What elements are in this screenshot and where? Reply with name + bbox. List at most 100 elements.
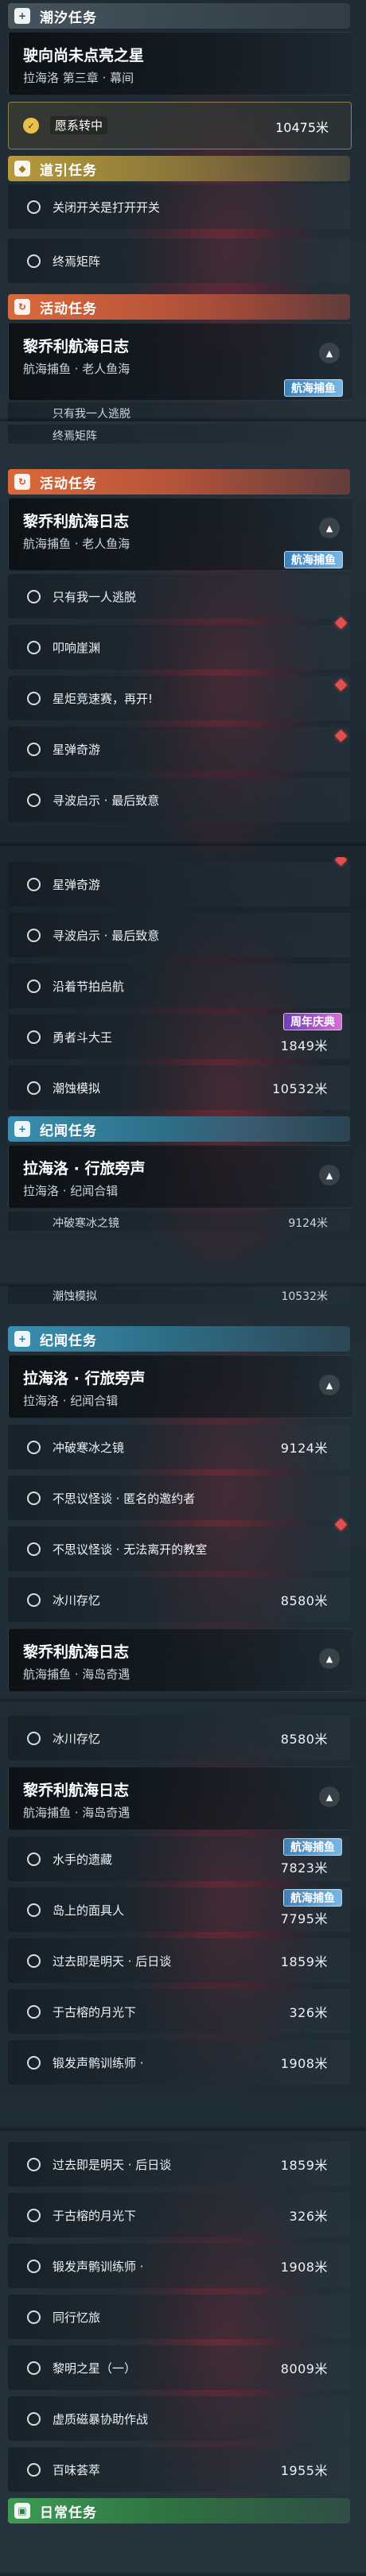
plus-icon: + — [14, 8, 30, 24]
quest-name: 冲破寒冰之镜 — [53, 1217, 119, 1230]
event-tag: 航海捕鱼 — [283, 1838, 342, 1856]
quest-row[interactable]: 黎明之星（一） 8009米 — [8, 2345, 350, 2390]
quest-row[interactable]: 百味荟萃 1955米 — [8, 2447, 350, 2492]
category-label: 道引任务 — [40, 162, 97, 179]
quest-distance: 9124米 — [280, 1441, 328, 1456]
circle-icon — [27, 2055, 41, 2070]
quest-row[interactable]: 只有我一人逃脱 — [8, 574, 350, 619]
quest-name: 锻发声鹘训练师 · — [53, 2259, 144, 2274]
quest-title: 黎乔利航海日志 — [23, 513, 130, 530]
quest-row[interactable]: 关闭开关是打开开关 — [8, 184, 350, 229]
quest-row[interactable]: 于古榕的月光下 326米 — [8, 1989, 350, 2034]
quest-name: 终焉矩阵 — [53, 254, 101, 269]
chevron-up-icon[interactable]: ▲ — [319, 518, 340, 538]
quest-row[interactable]: 沿着节拍启航 — [8, 964, 350, 1008]
quest-card[interactable]: 黎乔利航海日志 航海捕鱼 · 海岛奇遇 ▲ — [8, 1628, 352, 1692]
quest-panel-2: 终焉矩阵 ↻ 活动任务 黎乔利航海日志 航海捕鱼 · 老人鱼海 ▲ 航海捕鱼 只… — [0, 425, 366, 846]
quest-subtitle: 拉海洛 · 纪闻合辑 — [23, 1394, 119, 1408]
circle-icon — [27, 979, 41, 993]
quest-name: 沿着节拍启航 — [53, 979, 125, 994]
quest-row[interactable]: 勇者斗大王 1849米 周年庆典 — [8, 1013, 350, 1059]
activity-quest-category[interactable]: ↻ 活动任务 — [8, 294, 350, 320]
quest-row[interactable]: 不思议怪谈 · 无法离开的教室 — [8, 1518, 350, 1571]
circle-icon — [27, 877, 41, 891]
quest-card[interactable]: 黎乔利航海日志 航海捕鱼 · 海岛奇遇 ▲ — [8, 1767, 352, 1830]
tide-quest-category[interactable]: + 潮汐任务 — [8, 3, 350, 29]
quest-row[interactable]: 终焉矩阵 — [8, 239, 350, 283]
circle-icon — [27, 1731, 41, 1745]
quest-distance: 8580米 — [280, 1593, 328, 1608]
quest-row[interactable]: 冲破寒冰之镜 9124米 — [8, 1425, 350, 1469]
chevron-up-icon[interactable]: ▲ — [319, 1375, 340, 1395]
event-tag: 航海捕鱼 — [284, 379, 343, 397]
quest-name: 关闭开关是打开开关 — [53, 200, 161, 215]
quest-row[interactable]: 星弹奇游 — [8, 727, 350, 771]
circle-icon — [27, 1953, 41, 1968]
activity-quest-category[interactable]: ↻ 活动任务 — [8, 469, 350, 495]
quest-row[interactable]: 冰川存忆 8580米 — [8, 1716, 350, 1760]
quest-name: 百味荟萃 — [53, 2462, 101, 2477]
circle-icon — [27, 2157, 41, 2171]
tracking-label: 愿系转中 — [50, 116, 108, 134]
quest-row[interactable]: 虚质磁暴协助作战 — [8, 2396, 350, 2441]
circle-icon — [27, 1080, 41, 1095]
quest-row[interactable]: 寻波启示 · 最后致意 — [8, 778, 350, 822]
chronicle-quest-category[interactable]: + 纪闻任务 — [8, 1326, 350, 1352]
quest-subtitle: 航海捕鱼 · 老人鱼海 — [23, 537, 130, 551]
quest-row-cut[interactable]: 终焉矩阵 — [8, 425, 350, 444]
quest-row[interactable]: 星弹奇游 — [8, 857, 350, 906]
quest-row[interactable]: 水手的遗藏 7823米 航海捕鱼 — [8, 1837, 350, 1881]
quest-row[interactable]: 星炬竞速赛，再开! — [8, 676, 350, 720]
quest-row[interactable]: 叩响崖渊 — [8, 616, 350, 669]
quest-card[interactable]: 黎乔利航海日志 航海捕鱼 · 老人鱼海 ▲ 航海捕鱼 — [8, 323, 352, 401]
quest-row[interactable]: 过去即是明天 · 后日谈 1859米 — [8, 2142, 350, 2186]
quest-row-cut[interactable]: 潮蚀模拟 10532米 — [8, 1285, 350, 1304]
quest-card[interactable]: 拉海洛 · 行旅旁声 拉海洛 · 纪闻合辑 ▲ — [8, 1145, 352, 1208]
chevron-up-icon[interactable]: ▲ — [319, 1787, 340, 1807]
quest-row[interactable]: 潮蚀模拟 10532米 — [8, 1065, 350, 1110]
quest-distance: 7823米 — [280, 1860, 328, 1876]
quest-row-cut[interactable]: 冲破寒冰之镜 9124米 — [8, 1212, 350, 1231]
quest-row[interactable]: 锻发声鹘训练师 · 1908米 — [8, 2244, 350, 2288]
quest-panel-3: 星弹奇游 寻波启示 · 最后致意 沿着节拍启航 勇者斗大王 1849米 周年庆典… — [0, 857, 366, 1286]
quest-row[interactable]: 于古榕的月光下 326米 — [8, 2193, 350, 2237]
refresh-icon: ↻ — [14, 299, 30, 315]
chevron-up-icon[interactable]: ▲ — [319, 1648, 340, 1669]
chevron-up-icon[interactable]: ▲ — [319, 1165, 340, 1185]
quest-panel-5: 冰川存忆 8580米 黎乔利航海日志 航海捕鱼 · 海岛奇遇 ▲ 水手的遗藏 7… — [0, 1709, 366, 2131]
quest-row[interactable]: 过去即是明天 · 后日谈 1859米 — [8, 1938, 350, 1983]
tracking-distance: 10475米 — [275, 120, 329, 135]
circle-icon — [27, 691, 41, 705]
alert-diamond-icon — [334, 616, 348, 630]
quest-title: 拉海洛 · 行旅旁声 — [23, 1370, 146, 1387]
circle-icon — [27, 640, 41, 654]
quest-name: 不思议怪谈 · 无法离开的教室 — [53, 1542, 208, 1557]
quest-card[interactable]: 拉海洛 · 行旅旁声 拉海洛 · 纪闻合辑 ▲ — [8, 1355, 352, 1418]
quest-row[interactable]: 岛上的面具人 7795米 航海捕鱼 — [8, 1887, 350, 1932]
quest-row[interactable]: 同行忆旅 — [8, 2295, 350, 2339]
quest-row[interactable]: 不思议怪谈 · 匿名的邀约者 — [8, 1476, 350, 1520]
quest-distance: 1955米 — [280, 2463, 328, 2478]
daily-quest-category[interactable]: ▣ 日常任务 — [8, 2498, 350, 2524]
quest-name: 寻波启示 · 最后致意 — [53, 928, 160, 943]
chevron-up-icon[interactable]: ▲ — [319, 343, 340, 363]
quest-name: 冰川存忆 — [53, 1731, 101, 1746]
quest-row[interactable]: 寻波启示 · 最后致意 — [8, 913, 350, 957]
quest-name: 岛上的面具人 — [53, 1903, 125, 1918]
quest-row[interactable]: 冰川存忆 8580米 — [8, 1577, 350, 1622]
tracking-row[interactable]: ✓ 愿系转中 10475米 — [8, 102, 352, 149]
circle-icon — [27, 2411, 41, 2426]
alert-diamond-icon — [334, 857, 348, 867]
plus-icon: + — [14, 1331, 30, 1347]
circle-icon — [27, 2004, 41, 2019]
quest-row[interactable]: 锻发声鹘训练师 · 1908米 — [8, 2040, 350, 2085]
circle-icon — [27, 1030, 41, 1044]
chronicle-quest-category[interactable]: + 纪闻任务 — [8, 1116, 350, 1142]
quest-card[interactable]: 驶向尚未点亮之星 拉海洛 第三章 · 幕间 — [8, 32, 352, 95]
quest-row-cut[interactable]: 只有我一人逃脱 — [8, 402, 350, 421]
quest-card[interactable]: 黎乔利航海日志 航海捕鱼 · 老人鱼海 ▲ 航海捕鱼 — [8, 498, 352, 571]
quest-panel-1: + 潮汐任务 驶向尚未点亮之星 拉海洛 第三章 · 幕间 ✓ 愿系转中 1047… — [0, 0, 366, 421]
guide-quest-category[interactable]: ◆ 道引任务 — [8, 156, 350, 181]
quest-panel-4: 潮蚀模拟 10532米 + 纪闻任务 拉海洛 · 行旅旁声 拉海洛 · 纪闻合辑… — [0, 1285, 366, 1701]
quest-name: 勇者斗大王 — [53, 1030, 113, 1045]
